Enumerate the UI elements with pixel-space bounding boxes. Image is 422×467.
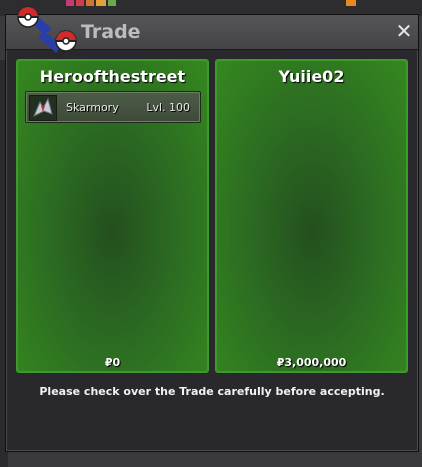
background-tile bbox=[108, 0, 116, 6]
trade-panel-right: Yuiie02 ₽3,000,000 bbox=[215, 59, 408, 373]
player-name-right: Yuiie02 bbox=[278, 67, 345, 86]
pokemon-name: Skarmory bbox=[66, 101, 119, 114]
pokeball-logo-icon bbox=[17, 6, 77, 53]
money-offer-left: ₽0 bbox=[104, 356, 121, 369]
money-offer-right: ₽3,000,000 bbox=[276, 356, 347, 369]
trade-window: Trade ✕ Heroofthestreet Skarmory Lvl. 10… bbox=[5, 6, 419, 452]
close-button[interactable]: ✕ bbox=[394, 21, 414, 41]
background-tile bbox=[86, 0, 94, 6]
pokemon-slot[interactable]: Skarmory Lvl. 100 bbox=[25, 91, 201, 123]
player-name-left: Heroofthestreet bbox=[39, 67, 186, 86]
background-tile bbox=[96, 0, 106, 6]
trade-panel-left: Heroofthestreet Skarmory Lvl. 100 ₽0 bbox=[16, 59, 209, 373]
trade-notice: Please check over the Trade carefully be… bbox=[39, 385, 385, 398]
pokemon-level: Lvl. 100 bbox=[146, 101, 190, 114]
background-tile bbox=[346, 0, 356, 6]
skarmory-sprite-icon bbox=[29, 95, 57, 121]
window-title: Trade bbox=[81, 21, 141, 43]
